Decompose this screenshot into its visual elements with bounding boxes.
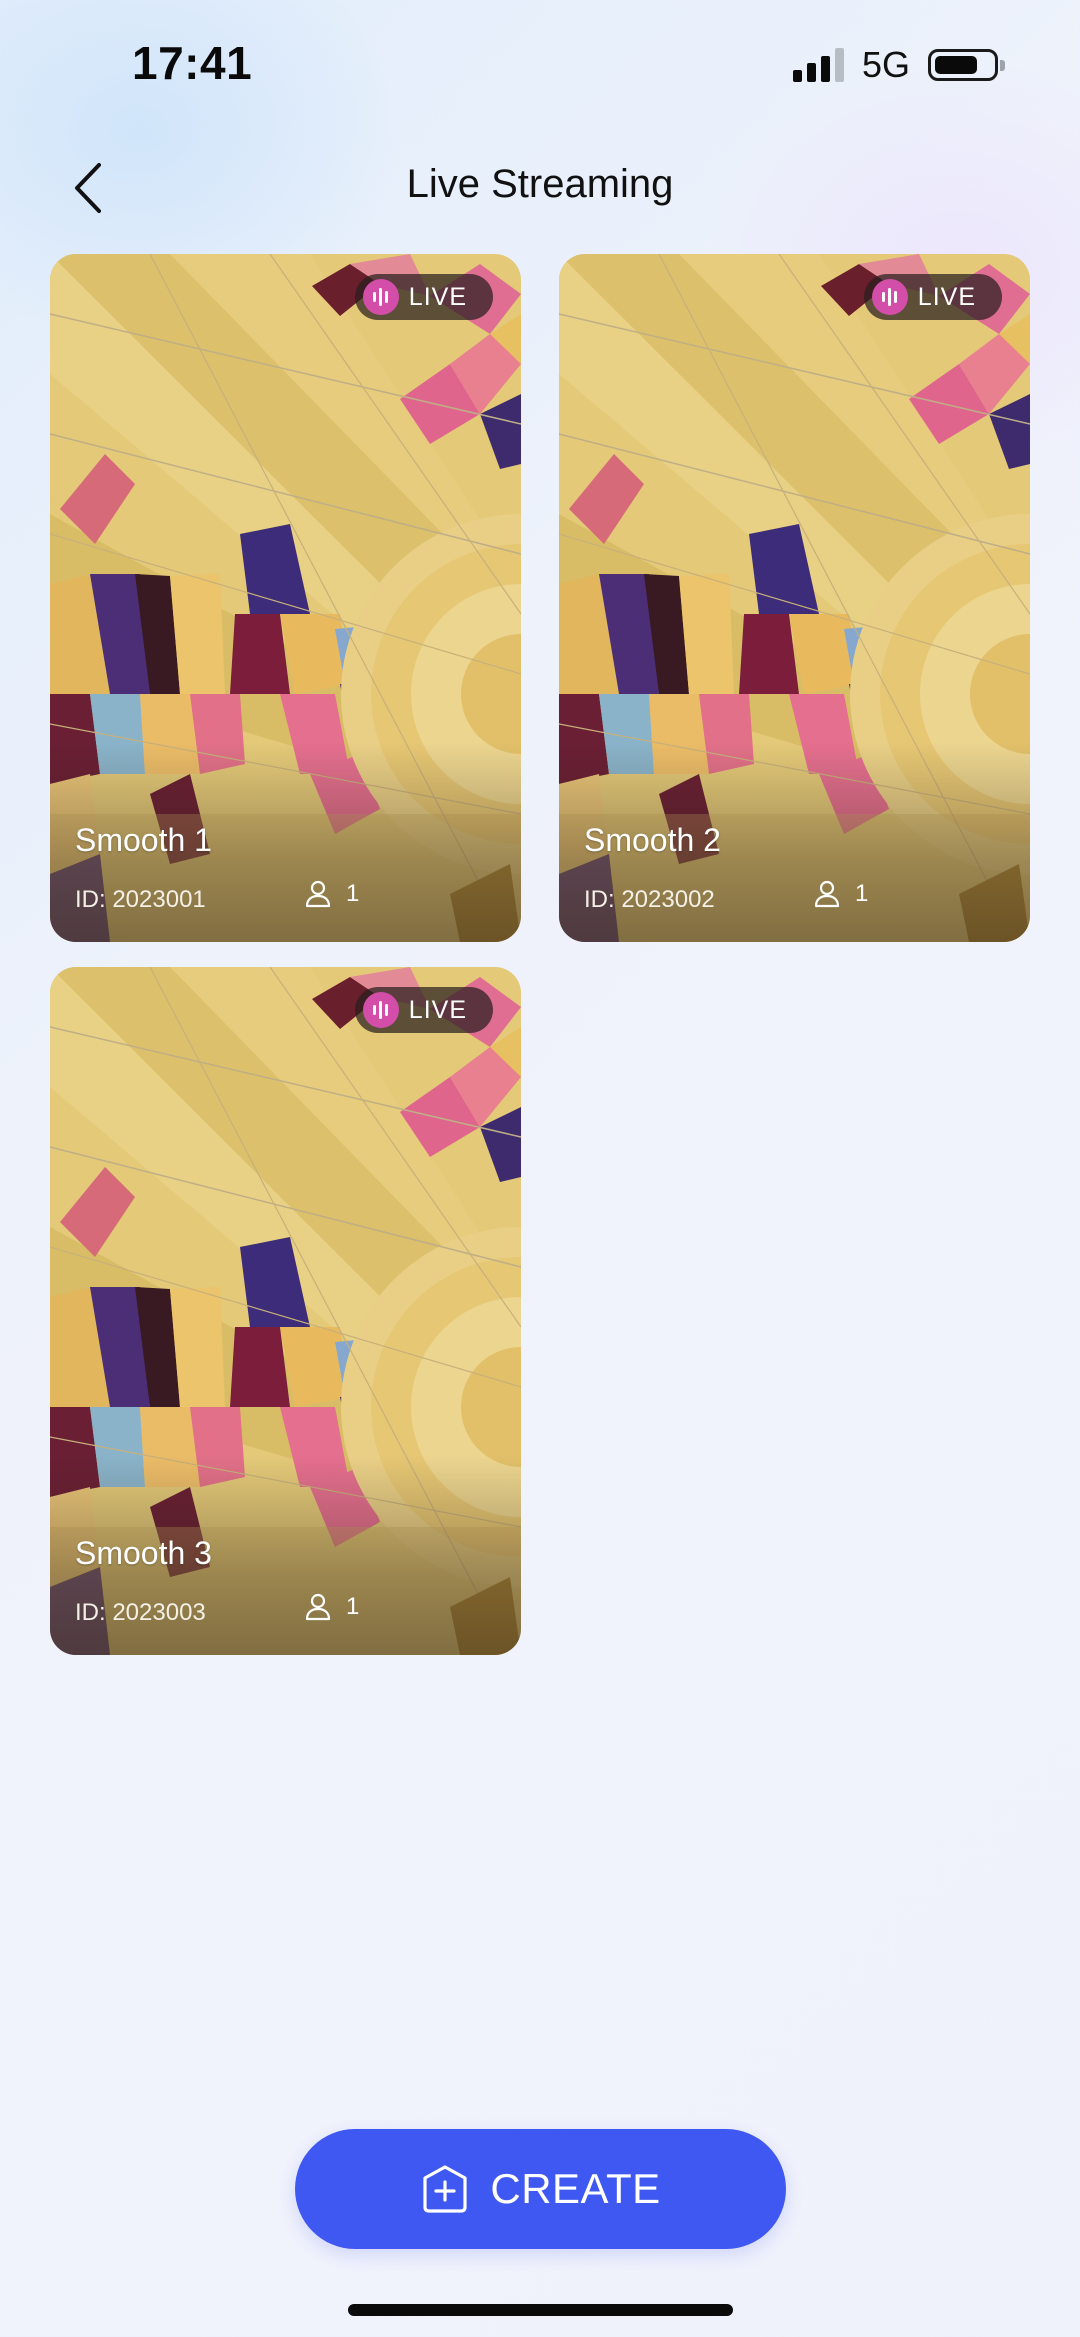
audio-wave-icon xyxy=(362,992,399,1028)
viewer-count: 1 xyxy=(304,880,359,908)
network-type: 5G xyxy=(861,44,910,85)
viewer-count: 1 xyxy=(304,1593,359,1621)
stream-id: ID: 2023002 xyxy=(584,886,715,913)
add-box-icon xyxy=(423,2165,467,2213)
live-label: LIVE xyxy=(917,282,976,311)
header: Live Streaming xyxy=(0,140,1080,236)
battery-level xyxy=(935,56,978,74)
stream-card[interactable]: LIVE Smooth 3 ID: 2023003 1 xyxy=(50,967,521,1655)
live-label: LIVE xyxy=(408,995,467,1024)
stream-id: ID: 2023003 xyxy=(75,1599,206,1626)
audio-wave-icon xyxy=(362,279,399,315)
stream-title: Smooth 1 xyxy=(75,822,212,858)
stream-id: ID: 2023001 xyxy=(75,886,206,913)
live-label: LIVE xyxy=(408,282,467,311)
status-indicators: 5G xyxy=(792,44,1005,86)
status-bar: 17:41 5G xyxy=(0,0,1080,130)
stream-title: Smooth 2 xyxy=(584,822,721,858)
create-button-label: CREATE xyxy=(490,2165,661,2212)
stream-card[interactable]: LIVE Smooth 2 ID: 2023002 1 xyxy=(559,254,1030,942)
viewer-count: 1 xyxy=(813,880,868,908)
live-badge: LIVE xyxy=(863,274,1002,320)
page-title: Live Streaming xyxy=(406,162,674,206)
person-icon xyxy=(814,880,840,908)
viewer-count-value: 1 xyxy=(346,1593,360,1620)
status-time: 17:41 xyxy=(132,37,253,89)
viewer-count-value: 1 xyxy=(346,880,360,907)
live-badge: LIVE xyxy=(354,274,493,320)
viewer-count-value: 1 xyxy=(855,880,869,907)
signal-icon xyxy=(792,48,844,82)
create-button[interactable]: CREATE xyxy=(295,2129,786,2249)
audio-wave-icon xyxy=(871,279,908,315)
person-icon xyxy=(305,1593,331,1621)
live-badge: LIVE xyxy=(354,987,493,1033)
home-indicator xyxy=(348,2304,733,2316)
stream-card[interactable]: LIVE Smooth 1 ID: 2023001 1 xyxy=(50,254,521,942)
person-icon xyxy=(305,880,331,908)
battery-icon xyxy=(928,49,1005,81)
stream-title: Smooth 3 xyxy=(75,1535,212,1571)
